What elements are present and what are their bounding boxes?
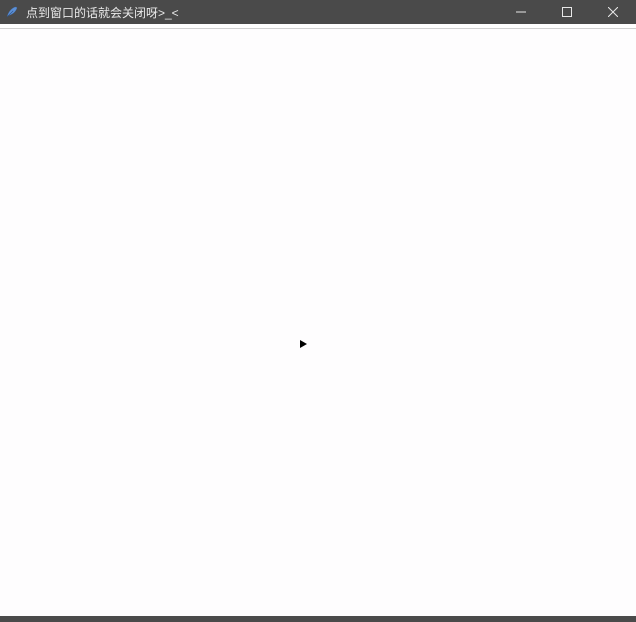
window-title: 点到窗口的话就会关闭呀>_< bbox=[26, 4, 179, 21]
minimize-button[interactable] bbox=[498, 0, 544, 24]
close-icon bbox=[608, 7, 618, 17]
close-button[interactable] bbox=[590, 0, 636, 24]
minimize-icon bbox=[516, 7, 526, 17]
canvas-area[interactable] bbox=[0, 29, 636, 622]
feather-icon bbox=[4, 4, 20, 20]
maximize-button[interactable] bbox=[544, 0, 590, 24]
turtle-cursor bbox=[300, 340, 307, 348]
window-bottom-border bbox=[0, 616, 636, 622]
titlebar[interactable]: 点到窗口的话就会关闭呀>_< bbox=[0, 0, 636, 24]
maximize-icon bbox=[562, 7, 572, 17]
window-controls bbox=[498, 0, 636, 24]
